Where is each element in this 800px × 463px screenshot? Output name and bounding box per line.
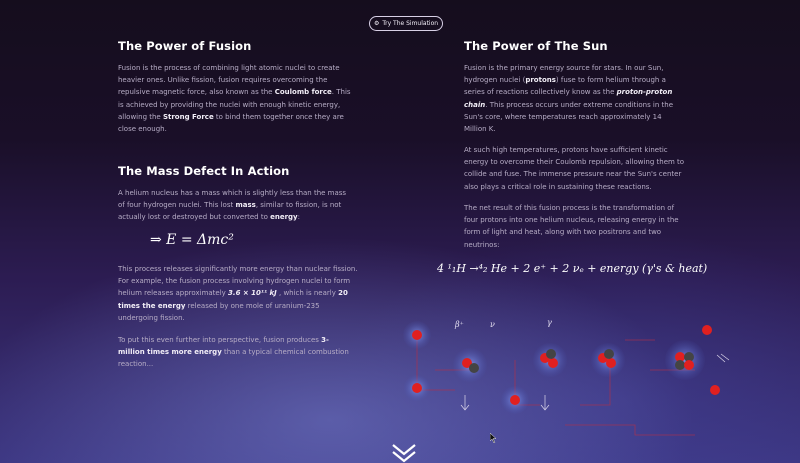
gear-icon: ⚙ (373, 20, 380, 27)
fusion-title: The Power of Fusion (118, 39, 252, 53)
try-simulation-button[interactable]: ⚙ Try The Simulation (369, 16, 443, 31)
energy-comparison-paragraph: This process releases significantly more… (118, 265, 358, 322)
sun-title: The Power of The Sun (464, 39, 608, 53)
hydrogen-nucleus-3 (501, 386, 529, 414)
hydrogen-nucleus-1 (403, 321, 431, 349)
helium3-nucleus-2 (591, 343, 625, 377)
gamma-label: γ (547, 318, 552, 327)
mass-defect-paragraph: A helium nucleus has a mass which is sli… (118, 189, 347, 222)
neutrino-label: ν (490, 320, 495, 329)
chevron-down-icon[interactable] (391, 443, 417, 463)
mouse-cursor-icon (490, 433, 497, 443)
positron-label: β⁺ (454, 320, 464, 329)
sun-paragraph-1: Fusion is the primary energy source for … (464, 64, 674, 134)
hydrogen-nucleus-2 (404, 375, 430, 401)
helium3-nucleus-1 (533, 343, 567, 377)
perspective-paragraph: To put this even further into perspectiv… (118, 336, 349, 369)
fusion-paragraph: Fusion is the process of combining light… (118, 64, 351, 134)
sun-paragraph-2: At such high temperatures, protons have … (464, 146, 685, 191)
proton-proton-equation: 4 ¹₁H →⁴₂ He + 2 e⁺ + 2 νₑ + energy (γ's… (437, 262, 708, 275)
proton-proton-chain-diagram: β⁺ ν γ (403, 318, 730, 436)
mass-energy-equation: ⇒ E = Δmc² (150, 232, 234, 248)
mass-defect-title: The Mass Defect In Action (118, 164, 290, 178)
helium4-nucleus (665, 340, 705, 380)
deuterium-nucleus-1 (453, 348, 487, 382)
sun-paragraph-3: The net result of this fusion process is… (464, 204, 679, 249)
try-simulation-label: Try The Simulation (382, 20, 439, 27)
